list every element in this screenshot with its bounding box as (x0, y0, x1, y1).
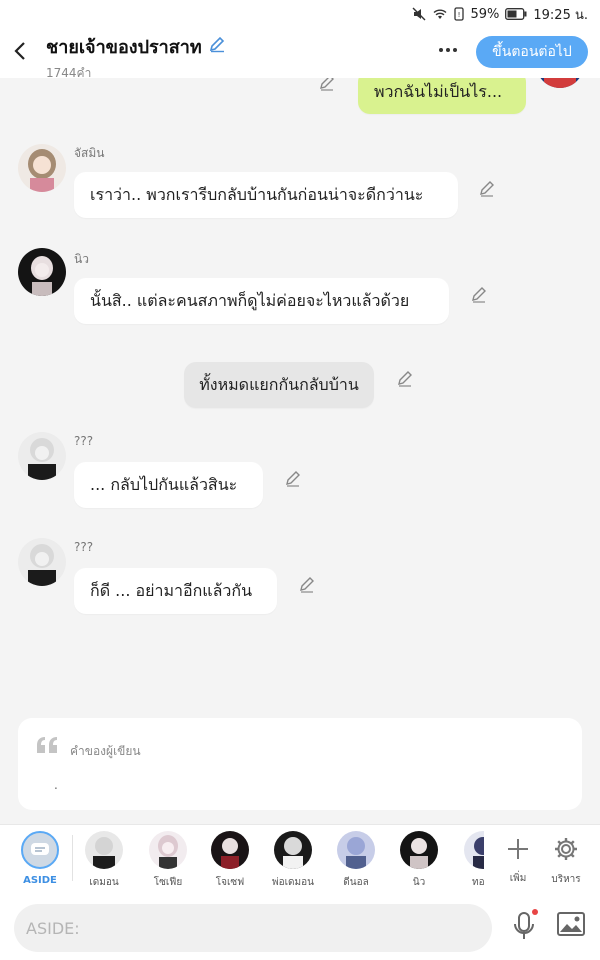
sender-name: ??? (74, 434, 94, 448)
character-avatar (211, 831, 249, 869)
character-label: โจเซฟ (215, 877, 245, 888)
battery-percent: 59% (470, 6, 500, 22)
avatar[interactable] (18, 538, 66, 586)
avatar[interactable] (18, 248, 66, 296)
edit-message-icon[interactable] (396, 370, 416, 390)
svg-text:!: ! (458, 11, 461, 19)
wifi-icon (432, 7, 448, 21)
message-text: ... กลับไปกันแล้วสินะ (90, 474, 238, 494)
character-item[interactable]: นิว (391, 831, 447, 890)
more-options-button[interactable] (432, 40, 464, 60)
sender-name: ??? (74, 540, 94, 554)
narration-text: ทั้งหมดแยกกันกลับบ้าน (199, 374, 359, 394)
message-text: พวกฉันไม่เป็นไร... (374, 81, 503, 101)
character-label: ดีนอล (343, 877, 369, 888)
chevron-left-icon (14, 42, 25, 60)
image-icon (557, 912, 585, 936)
avatar[interactable] (18, 144, 66, 192)
message-input[interactable] (14, 904, 492, 952)
character-item[interactable]: ดีนอล (328, 831, 384, 890)
edit-message-icon[interactable] (478, 180, 498, 200)
character-aside[interactable]: ASIDE (12, 831, 68, 886)
message-bubble[interactable]: นั้นสิ.. แต่ละคนสภาพก็ดูไม่ค่อยจะไหวแล้ว… (74, 278, 449, 324)
title-block: ชายเจ้าของปราสาท 1744คำ (46, 32, 226, 83)
edit-message-icon[interactable] (318, 78, 338, 94)
chat-area: พวกฉันไม่เป็นไร... จัสมิน เราว่า.. พวกเร… (0, 78, 600, 820)
character-avatar (464, 831, 484, 869)
narration-bubble[interactable]: ทั้งหมดแยกกันกลับบ้าน (184, 362, 374, 408)
character-label: ทอ (472, 877, 484, 888)
manage-label: บริหาร (551, 874, 581, 885)
add-character-button[interactable]: เพิ่ม (496, 831, 540, 886)
character-item[interactable]: โซเฟีย (140, 831, 196, 890)
character-label: นิว (412, 877, 426, 888)
author-note-card[interactable]: คำของผู้เขียน . (18, 718, 582, 810)
character-item[interactable]: พ่อเดมอน (265, 831, 321, 890)
character-item[interactable]: โจเซฟ (202, 831, 258, 890)
back-button[interactable] (10, 38, 30, 64)
top-header: ชายเจ้าของปราสาท 1744คำ ขึ้นตอนต่อไป (0, 28, 600, 80)
sender-name: นิว (74, 252, 89, 266)
microphone-icon (514, 909, 538, 939)
character-label: เดมอน (89, 877, 119, 888)
battery-icon (505, 8, 527, 20)
character-avatar (400, 831, 438, 869)
message-text: ก็ดี ... อย่ามาอีกแล้วกัน (90, 580, 253, 600)
my-avatar (536, 78, 584, 88)
character-avatar (149, 831, 187, 869)
avatar[interactable] (18, 432, 66, 480)
character-avatar (85, 831, 123, 869)
page-title: ชายเจ้าของปราสาท (46, 37, 202, 58)
plus-icon (508, 839, 528, 859)
character-avatar (274, 831, 312, 869)
character-item[interactable]: ทอ (454, 831, 484, 890)
add-label: เพิ่ม (509, 873, 527, 884)
author-note-title: คำของผู้เขียน (70, 744, 141, 758)
gear-icon (555, 838, 577, 860)
character-selector: ASIDE เดมอน โซเฟีย โจเซฟ พ่อเดมอน ดีนอล … (0, 824, 600, 896)
edit-message-icon[interactable] (470, 286, 490, 306)
image-button[interactable] (556, 910, 588, 942)
sim-icon: ! (454, 7, 465, 21)
edit-title-icon[interactable] (208, 35, 226, 58)
aside-icon (21, 831, 59, 869)
status-bar: ! 59% 19:25 น. (0, 0, 600, 28)
mic-button[interactable] (510, 908, 540, 944)
divider (72, 835, 73, 881)
character-label: โซเฟีย (153, 877, 183, 888)
message-text: นั้นสิ.. แต่ละคนสภาพก็ดูไม่ค่อยจะไหวแล้ว… (90, 290, 410, 310)
message-bubble[interactable]: ... กลับไปกันแล้วสินะ (74, 462, 263, 508)
message-bubble[interactable]: ก็ดี ... อย่ามาอีกแล้วกัน (74, 568, 277, 614)
character-label: พ่อเดมอน (272, 877, 314, 888)
next-episode-button[interactable]: ขึ้นตอนต่อไป (476, 36, 588, 68)
message-bubble[interactable]: เราว่า.. พวกเรารีบกลับบ้านกันก่อนน่าจะดี… (74, 172, 458, 218)
edit-message-icon[interactable] (298, 576, 318, 596)
character-avatar (337, 831, 375, 869)
sender-name: จัสมิน (74, 146, 105, 160)
mute-icon (412, 7, 426, 21)
manage-characters-button[interactable]: บริหาร (544, 831, 588, 887)
clock: 19:25 น. (533, 7, 588, 23)
input-bar (0, 896, 600, 960)
message-bubble-mine[interactable]: พวกฉันไม่เป็นไร... (358, 78, 526, 114)
quote-icon (36, 736, 60, 754)
character-item[interactable]: เดมอน (76, 831, 132, 890)
character-label: ASIDE (23, 875, 57, 886)
edit-message-icon[interactable] (284, 470, 304, 490)
message-text: เราว่า.. พวกเรารีบกลับบ้านกันก่อนน่าจะดี… (90, 184, 424, 204)
author-note-text: . (54, 778, 58, 792)
